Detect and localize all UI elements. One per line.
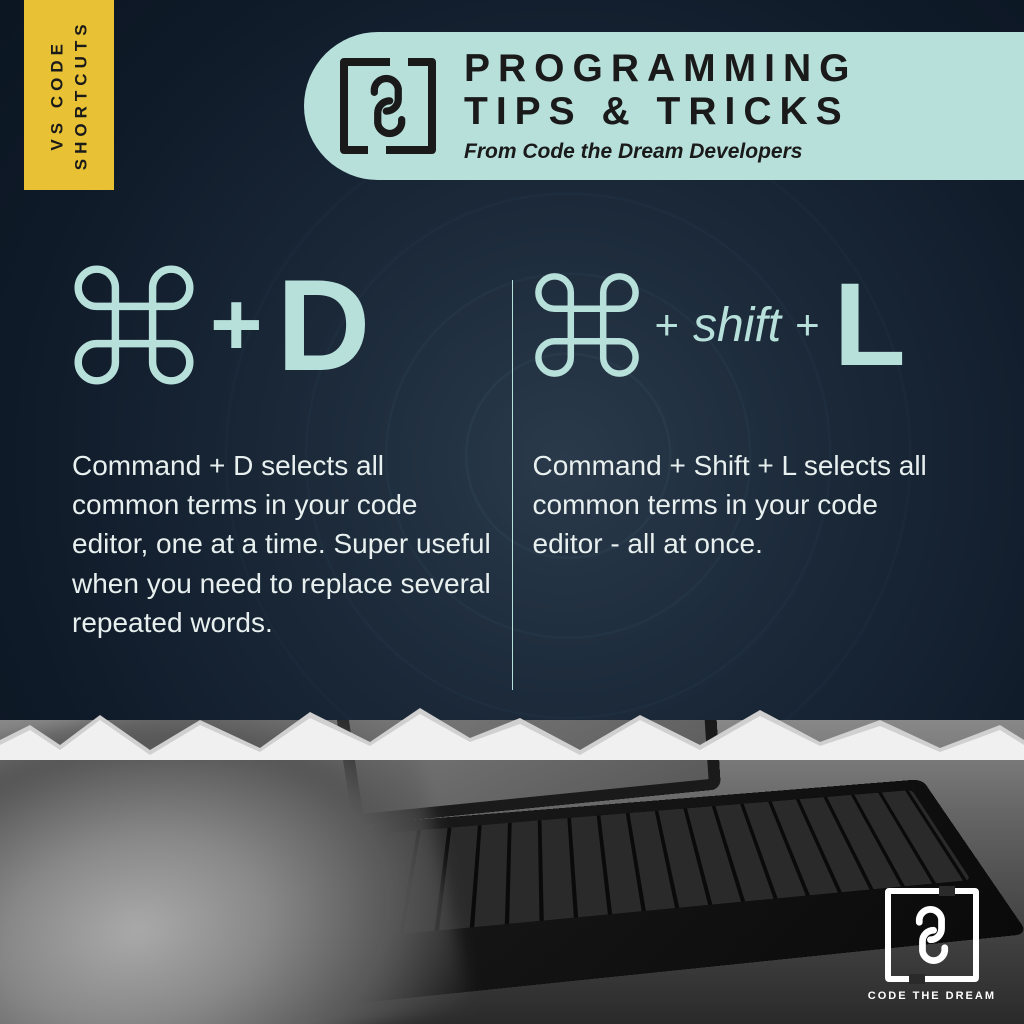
key-letter-l: L	[834, 257, 906, 393]
link-icon	[885, 888, 979, 982]
category-badge: VS CODE SHORTCUTS	[24, 0, 114, 190]
shortcut-left-description: Command + D selects all common terms in …	[72, 446, 492, 642]
key-letter-d: D	[277, 250, 371, 400]
shortcut-right-description: Command + Shift + L selects all common t…	[533, 446, 953, 564]
command-key-icon	[533, 271, 641, 379]
header-text-block: PROGRAMMINGTIPS & TRICKS From Code the D…	[464, 48, 858, 164]
footer-brand-text: CODE THE DREAM	[868, 990, 996, 1002]
shift-key-label: shift	[693, 298, 781, 353]
link-icon	[340, 58, 436, 154]
plus-symbol: +	[210, 274, 263, 377]
header-title: PROGRAMMINGTIPS & TRICKS	[464, 48, 858, 134]
header-banner: PROGRAMMINGTIPS & TRICKS From Code the D…	[304, 32, 1024, 180]
shortcut-right-column: + shift + L Command + Shift + L selects …	[513, 260, 973, 690]
hand-blur-shape	[0, 720, 472, 1024]
category-badge-text: VS CODE SHORTCUTS	[45, 20, 93, 171]
shortcuts-content: + D Command + D selects all common terms…	[0, 260, 1024, 690]
command-key-icon	[72, 263, 196, 387]
plus-symbol: +	[795, 301, 820, 349]
shortcut-left-column: + D Command + D selects all common terms…	[52, 260, 512, 690]
header-subtitle: From Code the Dream Developers	[464, 140, 858, 164]
torn-paper-edge	[0, 700, 1024, 760]
footer-brand-logo: CODE THE DREAM	[868, 888, 996, 1002]
plus-symbol: +	[655, 301, 680, 349]
shortcut-keys-left: + D	[72, 260, 492, 390]
shortcut-keys-right: + shift + L	[533, 260, 953, 390]
